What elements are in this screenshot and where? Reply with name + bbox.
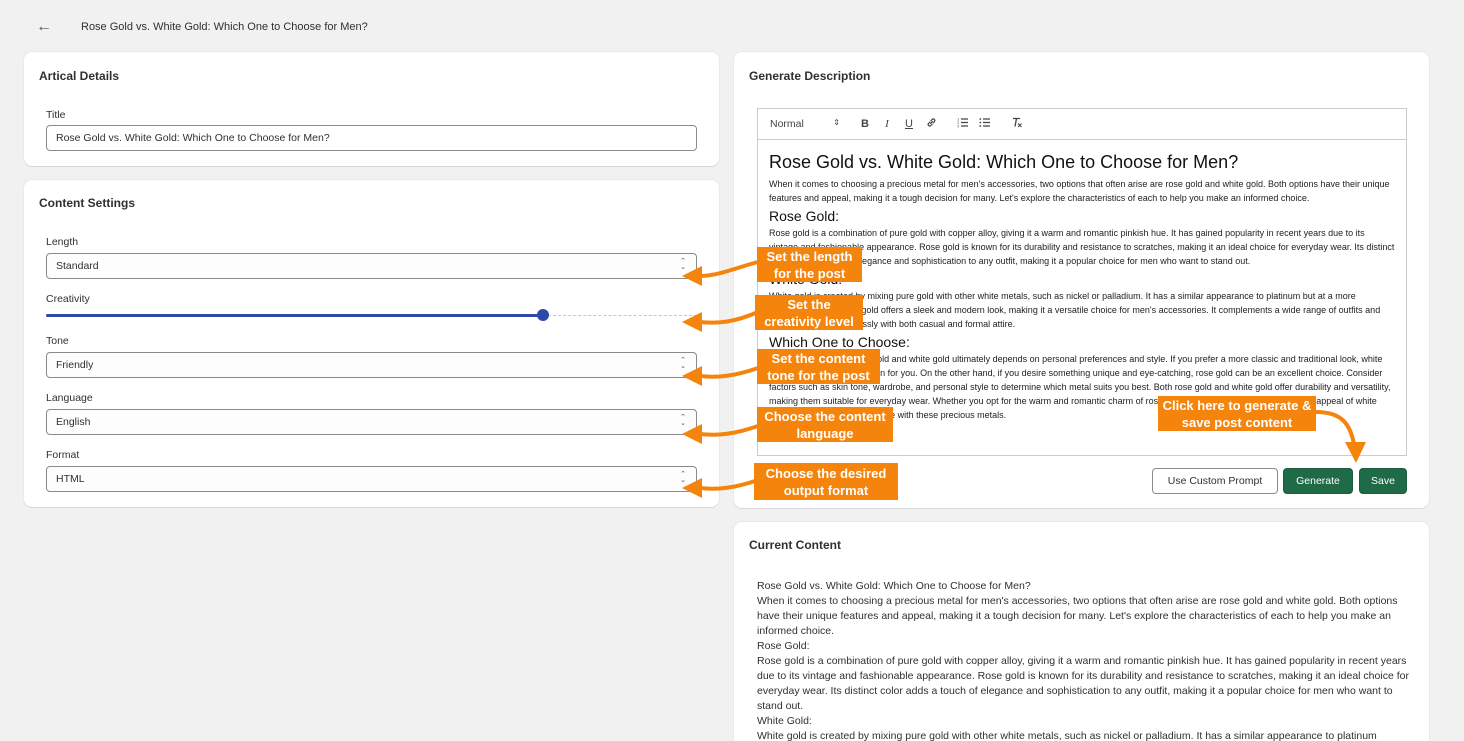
format-select[interactable]: HTML ⌃ ⌄ xyxy=(46,466,697,492)
content-line: White gold is created by mixing pure gol… xyxy=(757,730,1377,741)
content-settings-heading: Content Settings xyxy=(39,196,135,210)
creativity-slider-thumb[interactable] xyxy=(537,309,549,321)
select-chevron-icon: ⌃ ⌄ xyxy=(680,414,686,427)
tone-select[interactable]: Friendly ⌃ ⌄ xyxy=(46,352,697,378)
svg-text:3: 3 xyxy=(957,125,959,129)
current-content-text: Rose Gold vs. White Gold: Which One to C… xyxy=(757,579,1412,741)
current-content-heading: Current Content xyxy=(749,538,841,552)
underline-icon: U xyxy=(905,118,913,130)
title-input[interactable] xyxy=(46,125,697,151)
select-chevron-icon: ⇕ xyxy=(833,118,840,127)
italic-button[interactable]: I xyxy=(876,118,898,130)
length-select-value: Standard xyxy=(56,260,99,272)
editor-paragraph: Rose gold is a combination of pure gold … xyxy=(769,228,1395,266)
article-details-card: Artical Details Title xyxy=(24,52,719,166)
callout-generate-save: Click here to generate & save post conte… xyxy=(1158,396,1316,431)
editor-paragraph: When it comes to choosing a precious met… xyxy=(769,179,1390,203)
text-style-select[interactable]: Normal ⇕ xyxy=(770,118,840,130)
underline-button[interactable]: U xyxy=(898,118,920,130)
editor-heading-2: White Gold: xyxy=(769,271,1395,287)
content-line: When it comes to choosing a precious met… xyxy=(757,595,1398,637)
link-button[interactable] xyxy=(920,117,942,131)
creativity-slider-fill xyxy=(46,314,543,317)
clear-format-icon xyxy=(1013,117,1022,128)
editor-toolbar: Normal ⇕ B I U 123 xyxy=(758,109,1406,140)
content-line: Rose Gold vs. White Gold: Which One to C… xyxy=(757,580,1031,592)
ordered-list-icon: 123 xyxy=(957,118,968,129)
creativity-slider[interactable] xyxy=(46,309,697,321)
language-select-value: English xyxy=(56,416,91,428)
clear-format-button[interactable] xyxy=(1006,117,1028,131)
callout-tone: Set the content tone for the post xyxy=(757,349,880,384)
italic-icon: I xyxy=(885,118,889,130)
format-label: Format xyxy=(46,449,80,461)
length-select[interactable]: Standard ⌃ ⌄ xyxy=(46,253,697,279)
article-details-heading: Artical Details xyxy=(39,69,120,83)
tone-label: Tone xyxy=(46,335,69,347)
save-button[interactable]: Save xyxy=(1359,468,1407,494)
creativity-label: Creativity xyxy=(46,293,90,305)
callout-creativity: Set the creativity level xyxy=(755,295,863,330)
ordered-list-button[interactable]: 123 xyxy=(952,117,974,131)
editor-heading-2: Rose Gold: xyxy=(769,208,840,224)
page-title: Rose Gold vs. White Gold: Which One to C… xyxy=(81,21,368,33)
bullet-list-button[interactable] xyxy=(974,117,996,131)
callout-length: Set the length for the post xyxy=(757,247,862,282)
callout-language: Choose the content language xyxy=(757,407,893,442)
content-settings-card: Content Settings Length Standard ⌃ ⌄ Crea… xyxy=(24,180,719,507)
content-line: Rose gold is a combination of pure gold … xyxy=(757,655,1409,712)
current-content-card: Current Content Rose Gold vs. White Gold… xyxy=(734,522,1429,741)
language-select[interactable]: English ⌃ ⌄ xyxy=(46,409,697,435)
bold-icon: B xyxy=(861,118,869,130)
length-label: Length xyxy=(46,236,79,248)
generate-description-heading: Generate Description xyxy=(749,69,871,83)
generate-button[interactable]: Generate xyxy=(1283,468,1353,494)
arrow-left-icon: ← xyxy=(36,18,52,35)
use-custom-prompt-button[interactable]: Use Custom Prompt xyxy=(1152,468,1278,494)
content-line: Rose Gold: xyxy=(757,640,810,652)
editor-heading-2: Which One to Choose: xyxy=(769,334,910,350)
top-bar: ← Rose Gold vs. White Gold: Which One to… xyxy=(0,0,1464,52)
callout-format: Choose the desired output format xyxy=(754,463,898,500)
content-line: White Gold: xyxy=(757,715,812,727)
language-label: Language xyxy=(46,392,93,404)
select-chevron-icon: ⌃ ⌄ xyxy=(680,357,686,370)
tone-select-value: Friendly xyxy=(56,359,94,371)
title-label: Title xyxy=(46,109,66,121)
format-select-value: HTML xyxy=(56,473,85,485)
bold-button[interactable]: B xyxy=(854,118,876,130)
editor-heading-1: Rose Gold vs. White Gold: Which One to C… xyxy=(769,152,1239,172)
creativity-slider-track-rest xyxy=(543,315,697,316)
select-chevron-icon: ⌃ ⌄ xyxy=(680,471,686,484)
bullet-list-icon xyxy=(979,118,990,127)
select-chevron-icon: ⌃ ⌄ xyxy=(680,258,686,271)
link-icon xyxy=(927,118,935,127)
back-button[interactable]: ← xyxy=(34,17,54,37)
text-style-value: Normal xyxy=(770,118,804,130)
